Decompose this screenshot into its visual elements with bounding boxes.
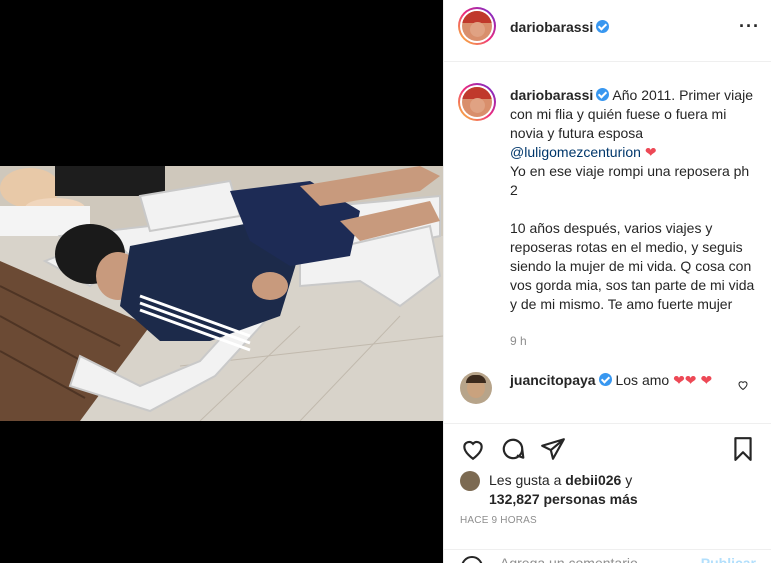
caption-username[interactable]: dariobarassi bbox=[510, 87, 593, 103]
caption-time[interactable]: 9 h bbox=[510, 334, 527, 348]
verified-badge-icon bbox=[596, 88, 610, 101]
comment-username[interactable]: juancitopaya bbox=[510, 372, 596, 388]
caption-text-3: 10 años después, varios viajes y reposer… bbox=[510, 220, 755, 312]
heart-emoji-icon: ❤❤ bbox=[673, 372, 697, 388]
verified-badge-icon bbox=[596, 20, 610, 33]
heart-emoji-icon: ❤ bbox=[644, 144, 657, 160]
comment-text: Los amo bbox=[615, 372, 670, 388]
post-side-panel: dariobarassi ··· dariobarassi Año 2011. … bbox=[443, 0, 771, 563]
post-caption: dariobarassi Año 2011. Primer viaje con … bbox=[510, 86, 760, 314]
caption-author-avatar[interactable] bbox=[458, 83, 496, 121]
comment-bubble-icon[interactable] bbox=[500, 436, 526, 462]
verified-badge-icon bbox=[598, 373, 612, 386]
comment-input[interactable]: Agrega un comentario... bbox=[500, 555, 649, 563]
likes-count[interactable]: 132,827 personas más bbox=[489, 491, 638, 507]
post-timestamp[interactable]: HACE 9 HORAS bbox=[460, 515, 537, 526]
post-photo[interactable] bbox=[0, 166, 443, 421]
author-username[interactable]: dariobarassi bbox=[510, 19, 610, 35]
instagram-post-view: dariobarassi ··· dariobarassi Año 2011. … bbox=[0, 0, 771, 563]
likes-joiner: y bbox=[625, 472, 633, 488]
commenter-avatar[interactable] bbox=[460, 372, 492, 404]
share-direct-icon[interactable] bbox=[540, 436, 566, 462]
comment-like-heart-icon[interactable] bbox=[737, 379, 749, 391]
caption-text-2: Yo en ese viaje rompi una reposera ph 2 bbox=[510, 163, 750, 198]
liker-avatar[interactable] bbox=[460, 471, 480, 491]
emoji-icon[interactable] bbox=[460, 555, 484, 563]
caption-mention[interactable]: @luligomezcenturion bbox=[510, 144, 641, 160]
post-actions: Les gusta a debii026 y 132,827 personas … bbox=[444, 423, 771, 563]
add-comment-bar: Agrega un comentario... Publicar bbox=[444, 549, 771, 563]
liker-username[interactable]: debii026 bbox=[565, 472, 621, 488]
post-media-panel bbox=[0, 0, 443, 563]
heart-emoji-icon: ❤ bbox=[700, 372, 713, 388]
author-avatar[interactable] bbox=[458, 7, 496, 45]
like-heart-icon[interactable] bbox=[460, 436, 486, 462]
likes-prefix: Les gusta a bbox=[489, 472, 562, 488]
more-options-icon[interactable]: ··· bbox=[739, 16, 760, 37]
post-header: dariobarassi ··· bbox=[444, 0, 771, 62]
publish-button[interactable]: Publicar bbox=[701, 555, 756, 563]
comment: juancitopaya Los amo ❤❤ ❤ bbox=[510, 371, 740, 390]
save-bookmark-icon[interactable] bbox=[730, 436, 756, 462]
